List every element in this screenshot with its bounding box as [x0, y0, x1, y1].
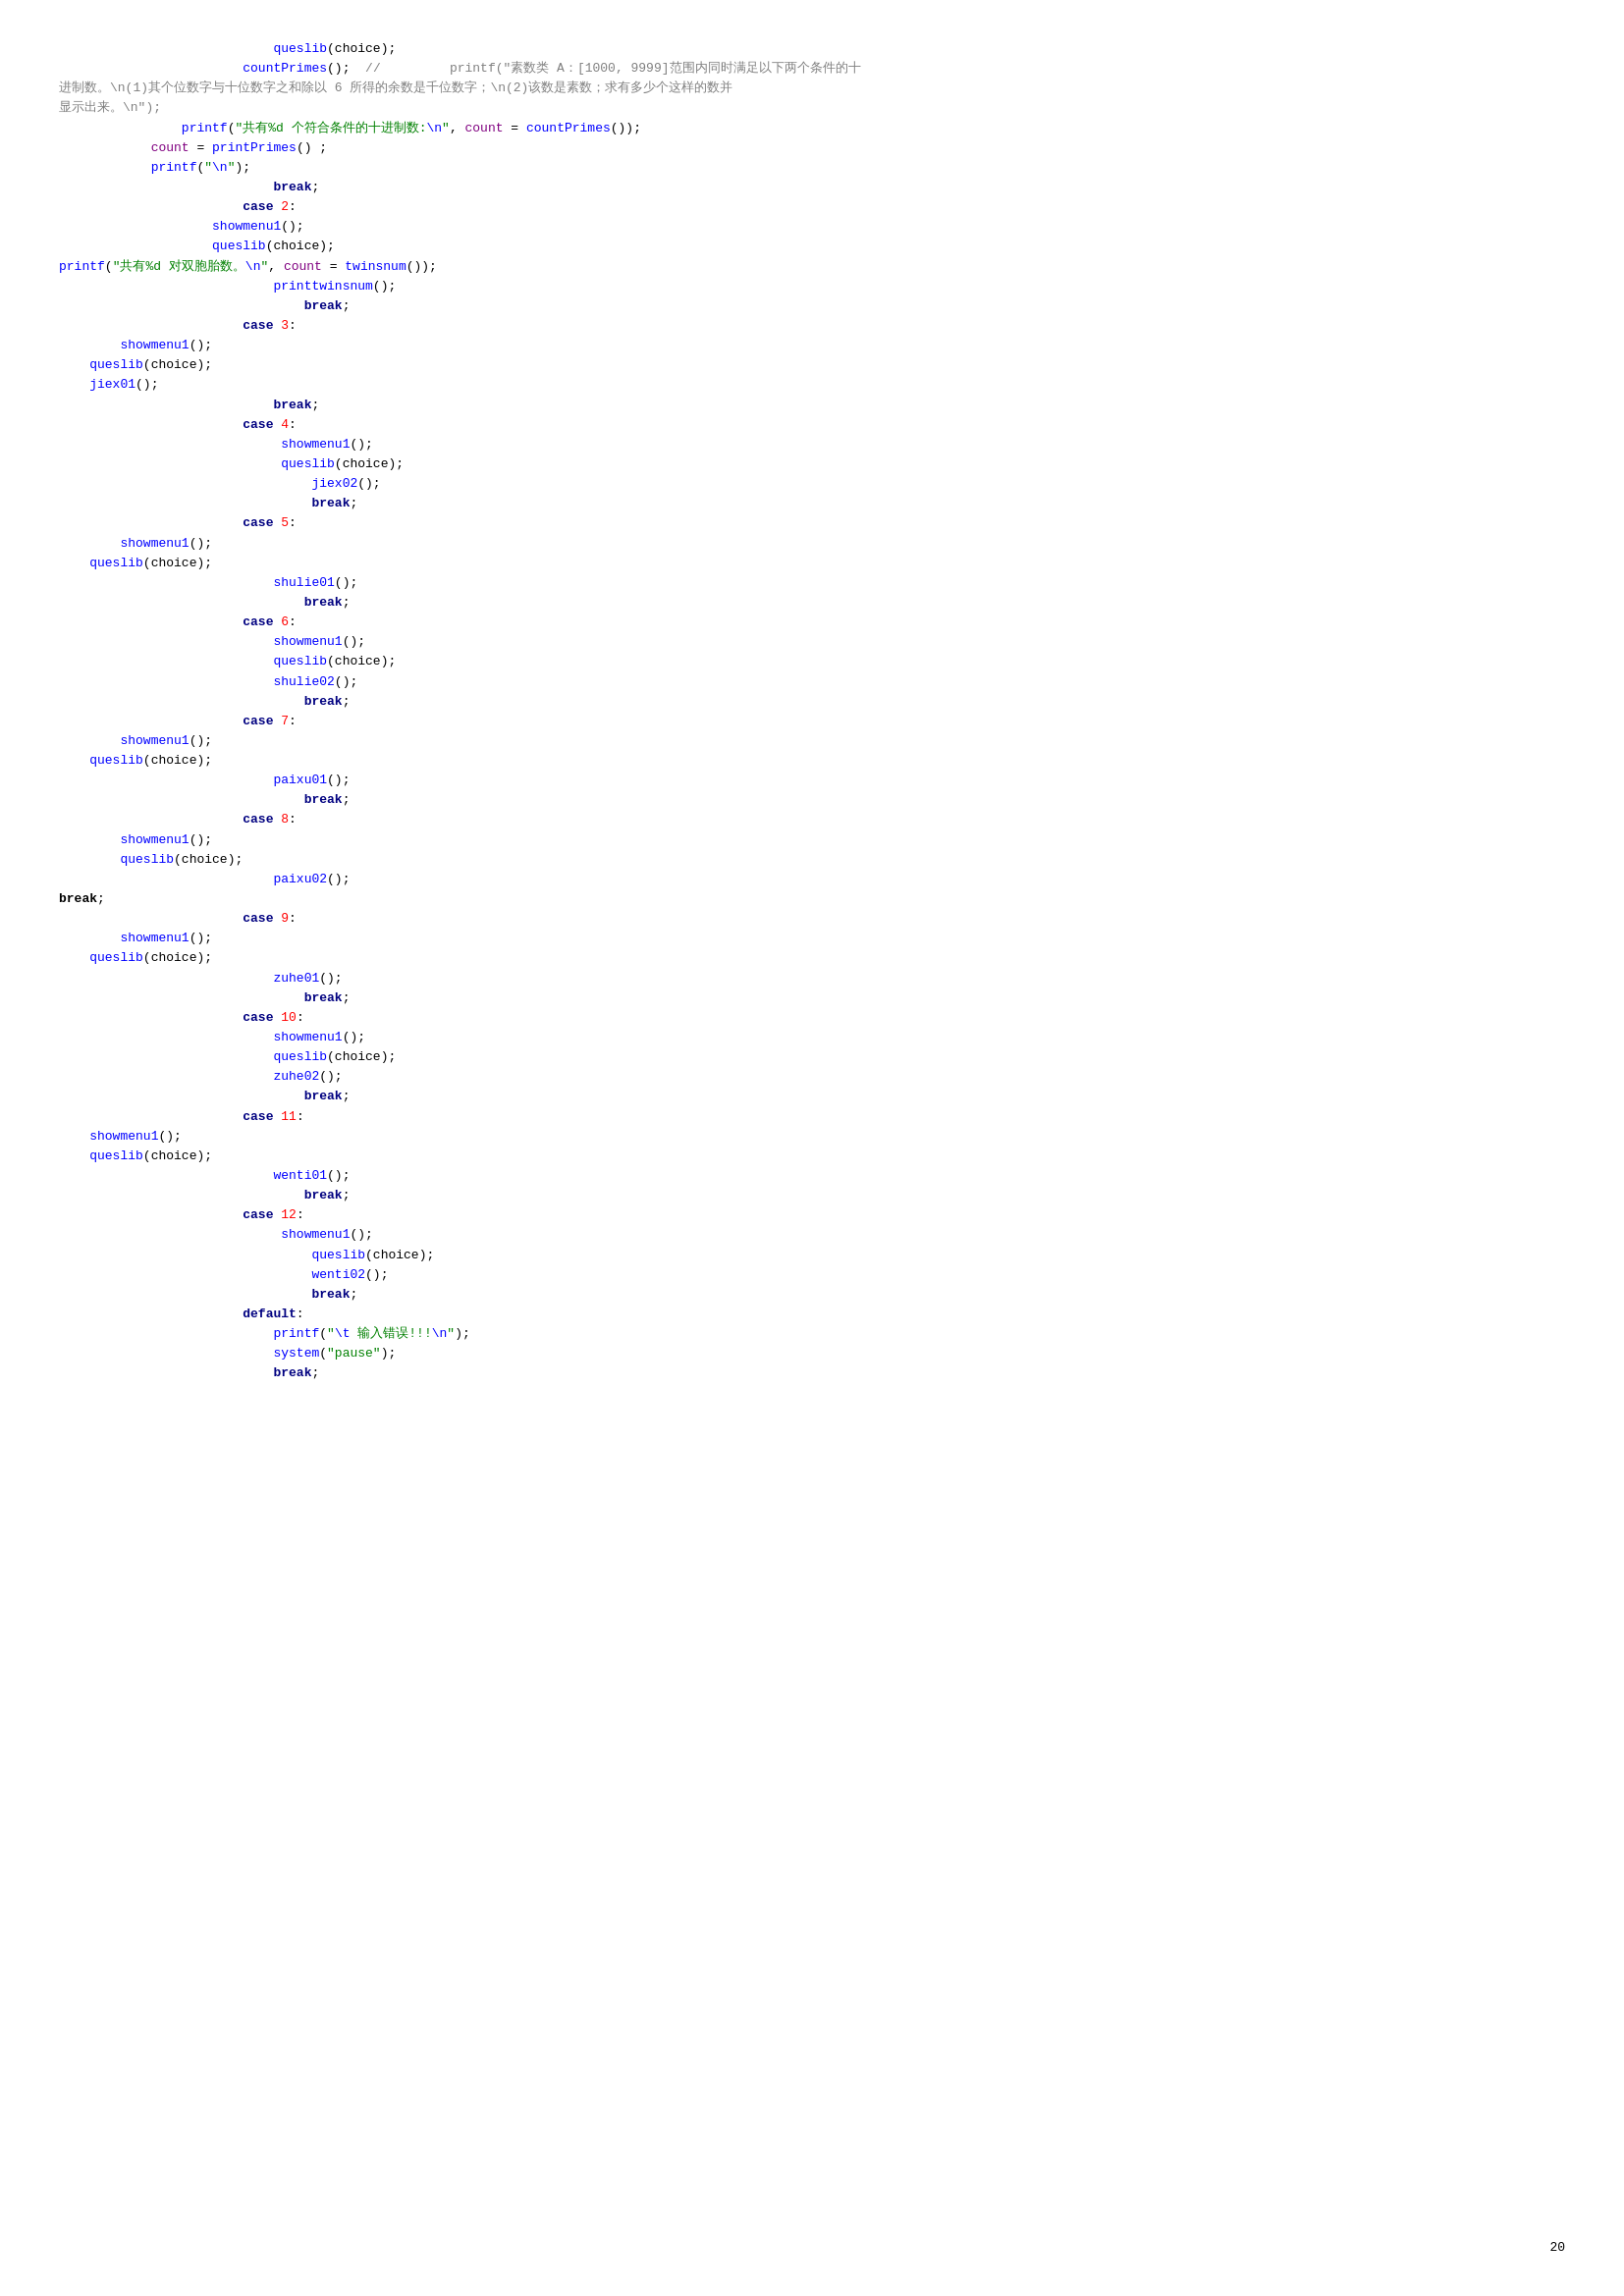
code-line: break;: [59, 1285, 1565, 1305]
code-line: queslib(choice);: [59, 554, 1565, 573]
code-line: case 6:: [59, 613, 1565, 632]
code-line: break;: [59, 296, 1565, 316]
code-line: queslib(choice);: [59, 1147, 1565, 1166]
code-line: system("pause");: [59, 1344, 1565, 1363]
code-line: jiex02();: [59, 474, 1565, 494]
code-line: showmenu1();: [59, 534, 1565, 554]
code-line: paixu02();: [59, 870, 1565, 889]
page-number: 20: [1549, 2238, 1565, 2258]
code-line: case 3:: [59, 316, 1565, 336]
code-line: printf("\n");: [59, 158, 1565, 178]
code-line: wenti01();: [59, 1166, 1565, 1186]
code-line: queslib(choice);: [59, 237, 1565, 256]
code-line: case 5:: [59, 513, 1565, 533]
code-line: queslib(choice);: [59, 39, 1565, 59]
code-line: break;: [59, 593, 1565, 613]
code-line: printtwinsnum();: [59, 277, 1565, 296]
code-line: showmenu1();: [59, 336, 1565, 355]
code-line: default:: [59, 1305, 1565, 1324]
code-line: showmenu1();: [59, 632, 1565, 652]
code-line: break;: [59, 1363, 1565, 1383]
code-line: showmenu1();: [59, 1127, 1565, 1147]
code-line: break;: [59, 988, 1565, 1008]
code-line: queslib(choice);: [59, 751, 1565, 771]
code-line: case 7:: [59, 712, 1565, 731]
code-line: jiex01();: [59, 375, 1565, 395]
code-line: case 2:: [59, 197, 1565, 217]
code-line: showmenu1();: [59, 1028, 1565, 1047]
code-line: queslib(choice);: [59, 948, 1565, 968]
code-line: showmenu1();: [59, 830, 1565, 850]
code-line: case 4:: [59, 415, 1565, 435]
code-line: wenti02();: [59, 1265, 1565, 1285]
code-line: break;: [59, 1186, 1565, 1205]
code-line: shulie02();: [59, 672, 1565, 692]
code-line: queslib(choice);: [59, 1047, 1565, 1067]
code-line: break;: [59, 790, 1565, 810]
code-line: zuhe01();: [59, 969, 1565, 988]
code-line: break;: [59, 889, 1565, 909]
code-block: queslib(choice); countPrimes(); // print…: [59, 39, 1565, 1384]
code-line: showmenu1();: [59, 1225, 1565, 1245]
code-line: break;: [59, 178, 1565, 197]
code-line: case 9:: [59, 909, 1565, 929]
page: queslib(choice); countPrimes(); // print…: [0, 0, 1624, 2296]
code-line: break;: [59, 1087, 1565, 1106]
code-line: showmenu1();: [59, 929, 1565, 948]
code-line: queslib(choice);: [59, 454, 1565, 474]
code-line: queslib(choice);: [59, 355, 1565, 375]
code-line: printf("\t 输入错误!!!\n");: [59, 1324, 1565, 1344]
code-line: showmenu1();: [59, 217, 1565, 237]
code-line: count = printPrimes() ;: [59, 138, 1565, 158]
code-line: queslib(choice);: [59, 1246, 1565, 1265]
code-line: case 10:: [59, 1008, 1565, 1028]
code-line: case 12:: [59, 1205, 1565, 1225]
code-line: break;: [59, 494, 1565, 513]
code-line: shulie01();: [59, 573, 1565, 593]
code-line: paixu01();: [59, 771, 1565, 790]
code-line: showmenu1();: [59, 435, 1565, 454]
code-line: countPrimes(); // printf("素数类 A：[1000, 9…: [59, 59, 1565, 79]
code-line: break;: [59, 396, 1565, 415]
code-line: case 11:: [59, 1107, 1565, 1127]
code-line: queslib(choice);: [59, 850, 1565, 870]
code-line: showmenu1();: [59, 731, 1565, 751]
code-line: queslib(choice);: [59, 652, 1565, 671]
code-line: 显示出来。\n");: [59, 98, 1565, 118]
code-line: zuhe02();: [59, 1067, 1565, 1087]
code-line: 进制数。\n(1)其个位数字与十位数字之和除以 6 所得的余数是千位数字；\n(…: [59, 79, 1565, 98]
code-line: case 8:: [59, 810, 1565, 829]
code-line: printf("共有%d 对双胞胎数。\n", count = twinsnum…: [59, 257, 1565, 277]
code-line: printf("共有%d 个符合条件的十进制数:\n", count = cou…: [59, 119, 1565, 138]
code-line: break;: [59, 692, 1565, 712]
